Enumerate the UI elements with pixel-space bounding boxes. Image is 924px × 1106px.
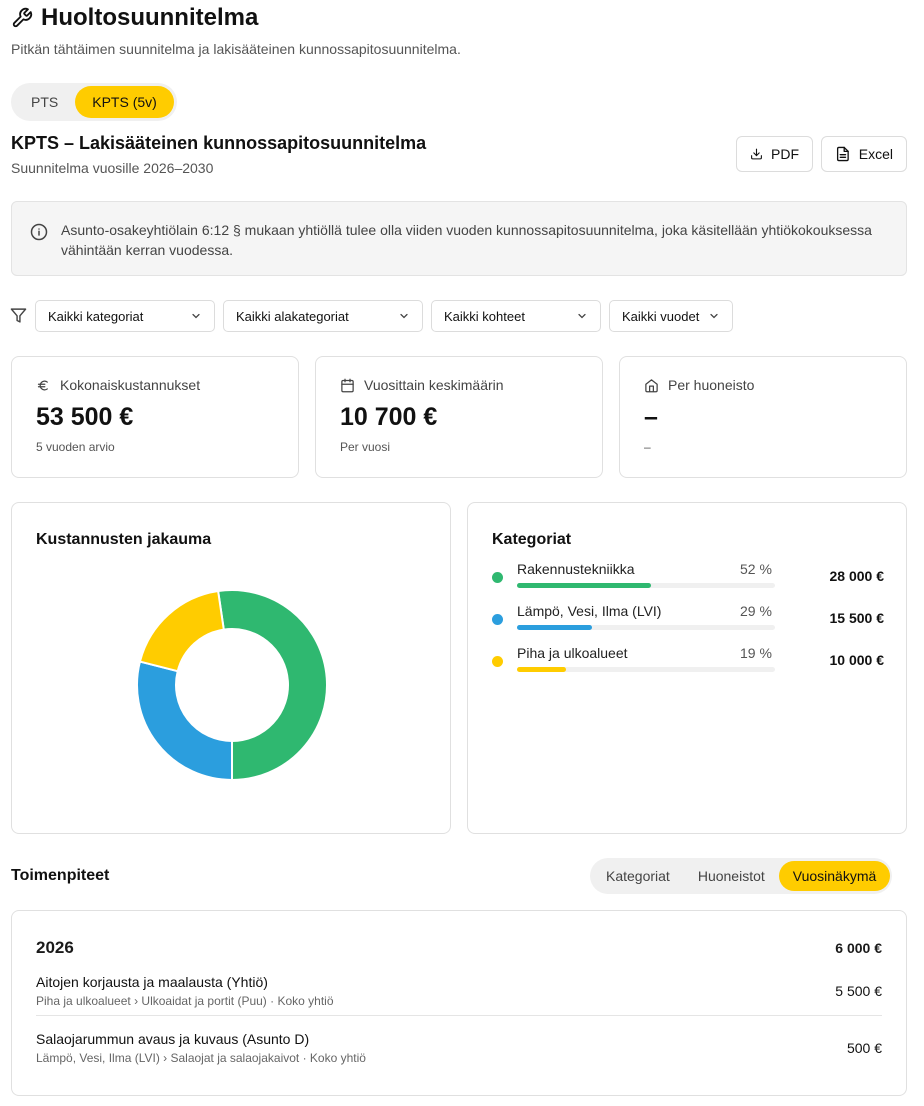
page-header: Huoltosuunnitelma Pitkän tähtäimen suunn… [11,4,461,57]
category-filter[interactable]: Kaikki kategoriat [35,300,215,332]
measures-title: Toimenpiteet [11,867,110,884]
info-text: Asunto-osakeyhtiölain 6:12 § mukaan yhti… [61,222,872,258]
category-bar-fill [517,583,652,588]
measure-name: Aitojen korjausta ja maalausta (Yhtiö) [36,974,268,990]
measure-item[interactable]: Aitojen korjausta ja maalausta (Yhtiö) P… [36,974,882,1008]
chevron-down-icon [400,313,408,319]
divider [36,1015,882,1016]
pdf-label: PDF [771,146,799,162]
category-percent: 29 % [740,603,772,619]
spreadsheet-icon [836,146,849,162]
category-name: Rakennustekniikka [517,561,635,577]
stat-total-note: 5 vuoden arvio [36,440,115,454]
subcategory-filter-value: Kaikki alakategoriat [236,308,349,324]
donut-slice[interactable] [216,589,328,782]
measure-path: Lämpö, Vesi, Ilma (LVI) › Salaojat ja sa… [36,1051,366,1065]
category-amount: 10 000 € [829,652,885,668]
tab-kpts[interactable]: KPTS (5v) [75,86,174,118]
donut-slice[interactable] [136,660,233,782]
category-name: Lämpö, Vesi, Ilma (LVI) [517,603,662,619]
stat-per-apartment-value: – [644,403,658,431]
category-row: Rakennustekniikka 52 % 28 000 € [492,561,884,601]
category-bar-track [517,583,775,588]
category-color-dot [492,614,503,625]
euro-icon [37,380,48,390]
measure-item[interactable]: Salaojarummun avaus ja kuvaus (Asunto D)… [36,1031,882,1065]
tab-pts[interactable]: PTS [14,86,75,118]
category-row: Lämpö, Vesi, Ilma (LVI) 29 % 15 500 € [492,603,884,643]
chevron-down-icon [710,313,718,319]
tab-apartments[interactable]: Huoneistot [684,861,779,891]
measure-amount: 5 500 € [835,983,882,999]
plan-tabs: PTS KPTS (5v) [11,83,177,121]
category-bar-track [517,625,775,630]
categories-title: Kategoriat [492,531,572,548]
category-amount: 28 000 € [829,568,885,584]
year-filter-value: Kaikki vuodet [622,308,700,324]
category-bar-fill [517,625,592,630]
category-bar-fill [517,667,567,672]
year-label: 2026 [36,938,74,957]
chevron-down-icon [578,313,586,319]
category-percent: 52 % [740,561,772,577]
stat-yearly-label: Vuosittain keskimäärin [364,377,504,393]
wrench-icon [12,7,33,28]
stat-per-apartment: Per huoneisto – – [619,356,907,478]
donut-chart [136,589,328,782]
category-percent: 19 % [740,645,772,661]
page-title: Huoltosuunnitelma [41,4,259,31]
category-bar-track [517,667,775,672]
measure-path: Piha ja ulkoalueet › Ulkoaidat ja portit… [36,994,334,1008]
filter-icon [10,308,27,323]
stat-per-apartment-label: Per huoneisto [668,377,755,393]
subcategory-filter[interactable]: Kaikki alakategoriat [223,300,423,332]
target-filter[interactable]: Kaikki kohteet [431,300,601,332]
category-name: Piha ja ulkoalueet [517,645,628,661]
section-title: KPTS – Lakisääteinen kunnossapitosuunnit… [11,133,427,153]
export-excel-button[interactable]: Excel [821,136,907,172]
year-total: 6 000 € [835,940,882,956]
chevron-down-icon [192,313,200,319]
donut-slice[interactable] [138,589,225,673]
download-icon [751,148,762,160]
stat-per-apartment-note: – [644,440,651,454]
tab-year-view[interactable]: Vuosinäkymä [778,861,891,891]
info-icon [30,223,48,241]
info-box: Asunto-osakeyhtiölain 6:12 § mukaan yhti… [11,201,907,276]
stat-yearly-average: Vuosittain keskimäärin 10 700 € Per vuos… [315,356,603,478]
calendar-icon [341,378,354,392]
measures-view-tabs: Kategoriat Huoneistot Vuosinäkymä [590,858,893,894]
category-filter-value: Kaikki kategoriat [48,308,144,324]
distribution-card: Kustannusten jakauma [11,502,451,834]
section-subtitle: Suunnitelma vuosille 2026–2030 [11,160,214,176]
stat-yearly-value: 10 700 € [340,403,438,431]
tab-categories[interactable]: Kategoriat [592,861,684,891]
category-row: Piha ja ulkoalueet 19 % 10 000 € [492,645,884,685]
stat-yearly-note: Per vuosi [340,440,391,454]
category-color-dot [492,572,503,583]
home-icon [645,378,658,392]
year-card: 2026 6 000 € Aitojen korjausta ja maalau… [11,910,907,1096]
stat-total-value: 53 500 € [36,403,134,431]
year-filter[interactable]: Kaikki vuodet [609,300,733,332]
category-color-dot [492,656,503,667]
target-filter-value: Kaikki kohteet [444,308,525,324]
export-pdf-button[interactable]: PDF [736,136,813,172]
stat-total-cost: Kokonaiskustannukset 53 500 € 5 vuoden a… [11,356,299,478]
page-subtitle: Pitkän tähtäimen suunnitelma ja lakisäät… [11,41,461,57]
stat-total-label: Kokonaiskustannukset [60,377,201,393]
measure-amount: 500 € [846,1040,882,1056]
excel-label: Excel [858,146,893,162]
measure-name: Salaojarummun avaus ja kuvaus (Asunto D) [36,1031,310,1047]
categories-card: Kategoriat Rakennustekniikka 52 % 28 000… [467,502,907,834]
category-amount: 15 500 € [829,610,885,626]
